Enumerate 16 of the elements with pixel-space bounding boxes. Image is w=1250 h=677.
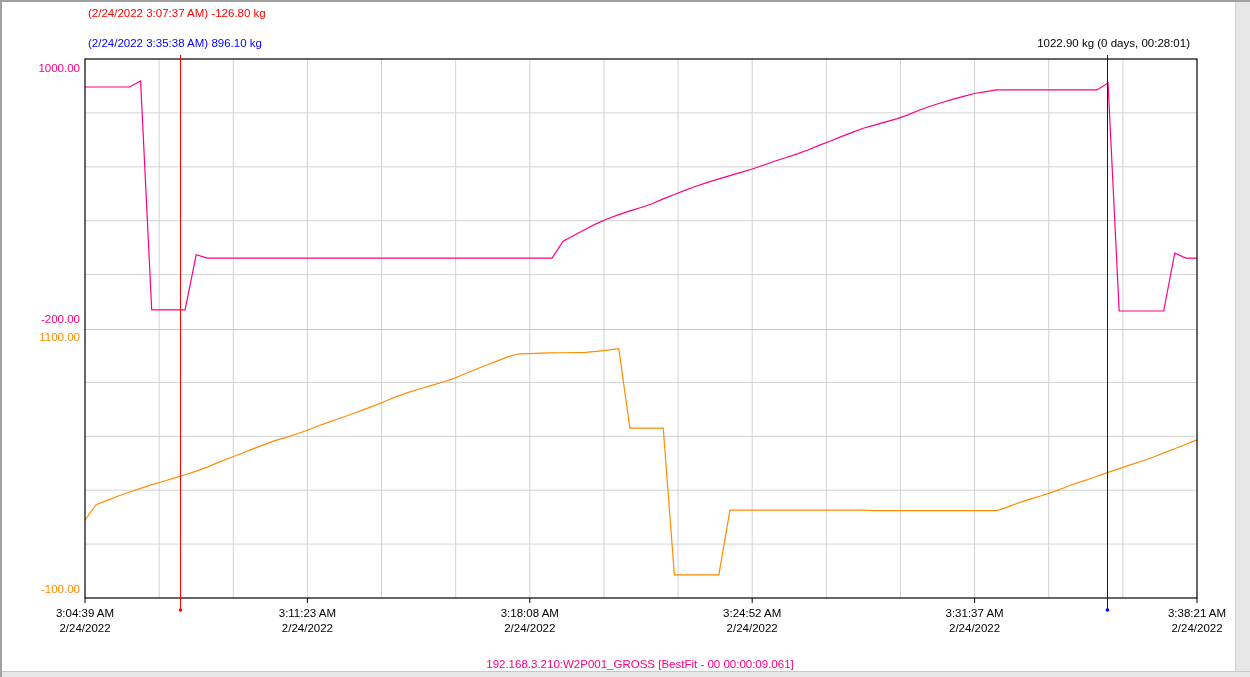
axis-label: 3:38:21 AM 2/24/2022 — [1167, 607, 1227, 634]
axis-label: 3:18:08 AM 2/24/2022 — [500, 607, 559, 634]
axis-label: 3:31:37 AM 2/24/2022 — [945, 607, 1004, 634]
cursor-readout: (2/24/2022 3:35:38 AM) 896.10 kg — [88, 37, 262, 49]
axis-label: 3:24:52 AM 2/24/2022 — [723, 607, 782, 634]
axis-label: 1100.00 — [39, 331, 80, 343]
axis-label: 3:04:39 AM 2/24/2022 — [55, 607, 115, 634]
axis-label: 1000.00 — [38, 62, 80, 74]
cursor-line[interactable] — [178, 54, 183, 612]
axis-label: 3:11:23 AM 2/24/2022 — [278, 607, 337, 634]
series-caption: 192.168.3.210:W2P001_GROSS [BestFit - 00 00:00:09.061] — [486, 658, 794, 670]
axis-label: -200.00 — [41, 312, 80, 325]
cursor-delta-readout: 1022.90 kg (0 days, 00:28:01) — [1037, 37, 1190, 49]
cursor-readout: (2/24/2022 3:07:37 AM) -126.80 kg — [88, 7, 266, 19]
cursor-line[interactable] — [1105, 54, 1110, 612]
axis-label: -100.00 — [41, 582, 80, 595]
